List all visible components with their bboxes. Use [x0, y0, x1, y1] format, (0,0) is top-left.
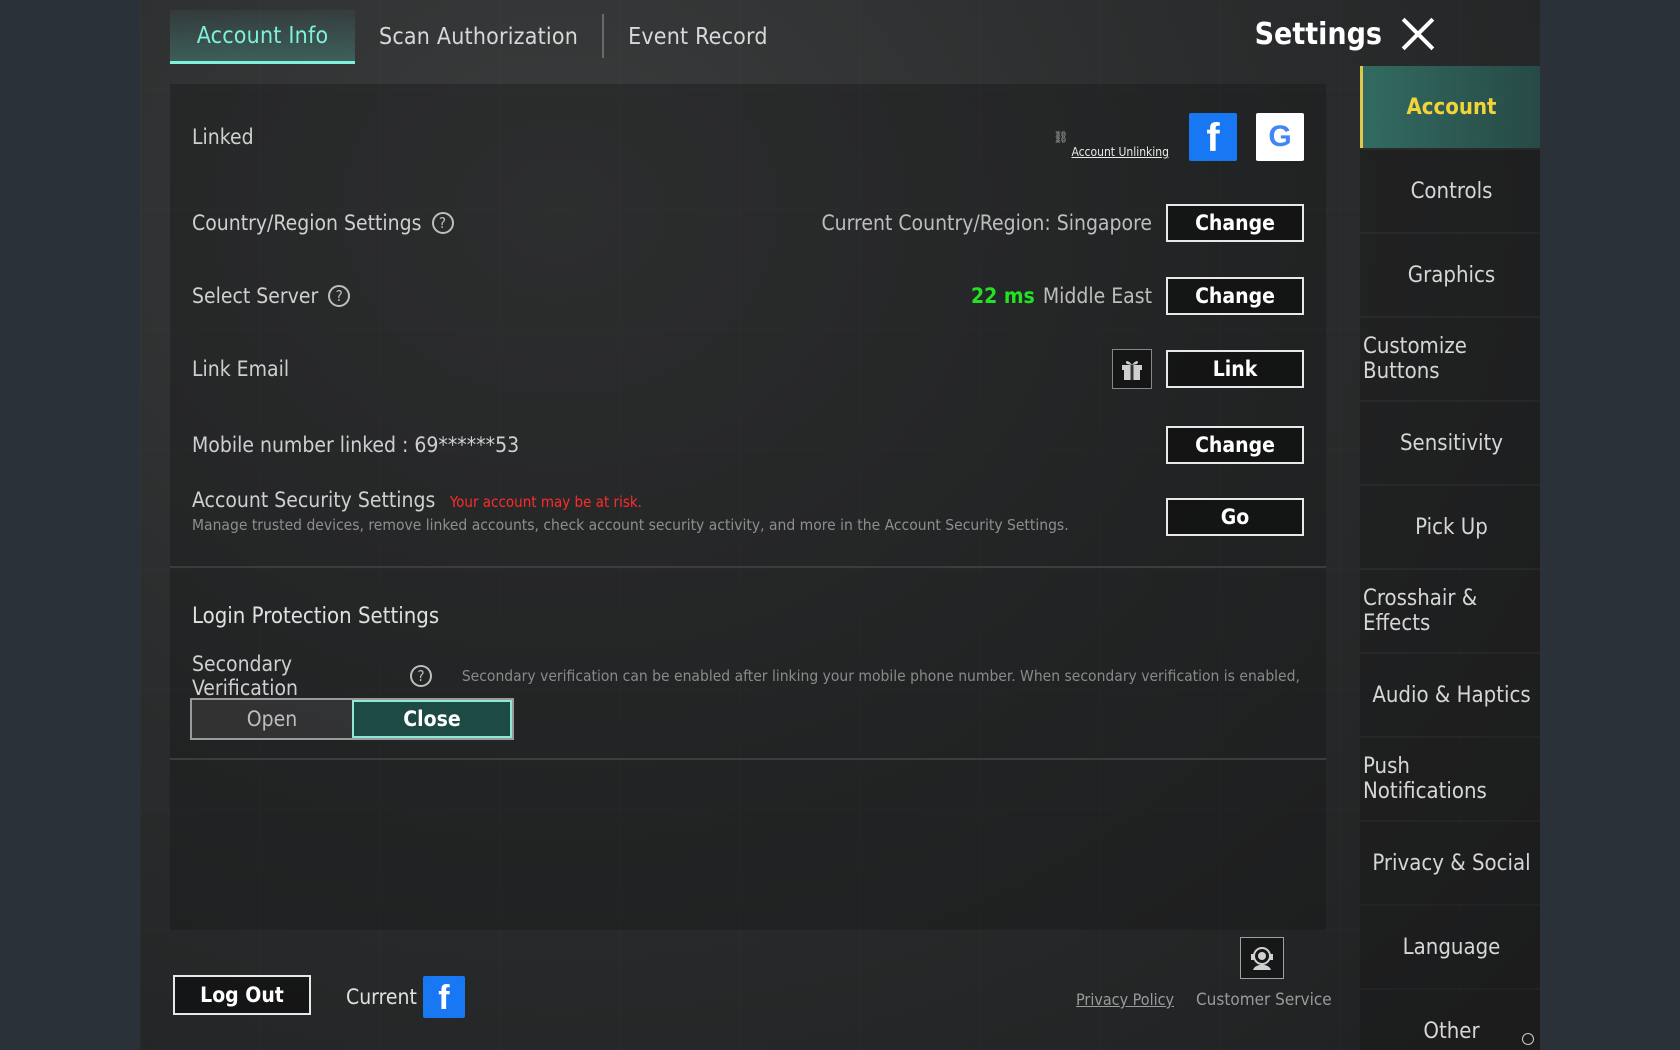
link-icon: ⛓ — [1053, 130, 1069, 144]
mobile-controls: Change — [1166, 426, 1304, 464]
linked-accounts: ⛓ Account Unlinking f G — [1053, 113, 1304, 161]
google-icon[interactable]: G — [1256, 113, 1304, 161]
security-warning: Your account may be at risk. — [449, 493, 642, 511]
secondary-verification-description: Secondary verification can be enabled af… — [461, 667, 1304, 685]
security-controls: Go — [1166, 498, 1304, 536]
country-row: Country/Region Settings ? Current Countr… — [192, 202, 1304, 244]
security-text: Account Security Settings Your account m… — [192, 488, 1069, 534]
help-icon[interactable]: ? — [328, 285, 351, 307]
country-controls: Current Country/Region: Singapore Change — [821, 204, 1304, 242]
server-label: Select Server — [192, 284, 319, 308]
facebook-icon[interactable]: f — [1189, 113, 1237, 161]
sidebar-item-push-notifications[interactable]: Push Notifications — [1360, 738, 1540, 820]
secondary-verification-toggle: Open Close — [190, 698, 514, 740]
sidebar-item-customize-buttons[interactable]: Customize Buttons — [1360, 318, 1540, 400]
linked-label: Linked — [192, 125, 254, 149]
divider — [170, 758, 1326, 760]
go-security-button[interactable]: Go — [1166, 498, 1304, 536]
current-account: Current f — [346, 976, 465, 1018]
server-row: Select Server ? 22 ms Middle East Change — [192, 275, 1304, 317]
secondary-verification-row: Secondary Verification ? Secondary verif… — [192, 652, 1304, 700]
facebook-icon: f — [422, 976, 465, 1018]
sidebar-item-graphics[interactable]: Graphics — [1360, 234, 1540, 316]
gift-icon[interactable] — [1112, 349, 1152, 389]
sidebar-item-controls[interactable]: Controls — [1360, 150, 1540, 232]
email-controls: Link — [1112, 349, 1304, 389]
country-label: Country/Region Settings — [192, 211, 422, 235]
account-unlinking-link[interactable]: Account Unlinking — [1071, 145, 1169, 159]
tab-scan-authorization[interactable]: Scan Authorization — [355, 10, 602, 64]
server-controls: 22 ms Middle East Change — [971, 277, 1304, 315]
settings-corner-icon — [1522, 1033, 1534, 1045]
sidebar-item-language[interactable]: Language — [1360, 906, 1540, 988]
logout-button[interactable]: Log Out — [173, 975, 311, 1015]
close-option[interactable]: Close — [352, 700, 512, 738]
link-email-button[interactable]: Link — [1166, 350, 1304, 388]
sidebar-item-other[interactable]: Other — [1360, 990, 1540, 1050]
secondary-verification-label: Secondary Verification — [192, 652, 298, 700]
customer-service-link[interactable]: Customer Service — [1196, 990, 1332, 1010]
security-label: Account Security Settings — [192, 488, 436, 512]
sidebar-item-account[interactable]: Account — [1360, 66, 1540, 148]
settings-sidebar: Account Controls Graphics Customize Butt… — [1360, 66, 1540, 1050]
login-protection-header: Login Protection Settings — [192, 596, 1304, 636]
change-country-button[interactable]: Change — [1166, 204, 1304, 242]
sidebar-item-crosshair-effects[interactable]: Crosshair & Effects — [1360, 570, 1540, 652]
email-row: Link Email Link — [192, 348, 1304, 390]
sidebar-item-pick-up[interactable]: Pick Up — [1360, 486, 1540, 568]
server-ping: 22 ms — [971, 284, 1035, 308]
page-title: Settings — [1254, 16, 1382, 52]
sidebar-item-privacy-social[interactable]: Privacy & Social — [1360, 822, 1540, 904]
security-row: Account Security Settings Your account m… — [192, 488, 1304, 544]
header: Settings — [1255, 10, 1436, 58]
account-info-panel: Linked ⛓ Account Unlinking f G Country/R… — [170, 84, 1326, 930]
change-server-button[interactable]: Change — [1166, 277, 1304, 315]
mobile-row: Mobile number linked : 69******53 Change — [192, 424, 1304, 466]
security-description: Manage trusted devices, remove linked ac… — [192, 516, 1069, 534]
customer-service-icon[interactable] — [1240, 937, 1284, 979]
current-country: Current Country/Region: Singapore — [821, 211, 1152, 235]
close-icon[interactable] — [1400, 16, 1436, 52]
tab-account-info[interactable]: Account Info — [170, 10, 355, 64]
help-icon[interactable]: ? — [431, 212, 454, 234]
login-protection-title: Login Protection Settings — [192, 603, 440, 629]
sidebar-item-sensitivity[interactable]: Sensitivity — [1360, 402, 1540, 484]
linked-row: Linked ⛓ Account Unlinking f G — [192, 112, 1304, 162]
email-label: Link Email — [192, 357, 290, 381]
tab-event-record[interactable]: Event Record — [604, 10, 792, 64]
mobile-label: Mobile number linked : 69******53 — [192, 433, 520, 457]
privacy-policy-link[interactable]: Privacy Policy — [1076, 990, 1174, 1009]
settings-screen: Account Info Scan Authorization Event Re… — [140, 0, 1540, 1050]
server-region: Middle East — [1042, 284, 1152, 308]
change-mobile-button[interactable]: Change — [1166, 426, 1304, 464]
sidebar-item-audio-haptics[interactable]: Audio & Haptics — [1360, 654, 1540, 736]
tab-bar: Account Info Scan Authorization Event Re… — [170, 10, 792, 64]
help-icon[interactable]: ? — [410, 665, 432, 687]
open-option[interactable]: Open — [192, 700, 352, 738]
current-label: Current — [346, 985, 417, 1009]
divider — [170, 566, 1326, 568]
